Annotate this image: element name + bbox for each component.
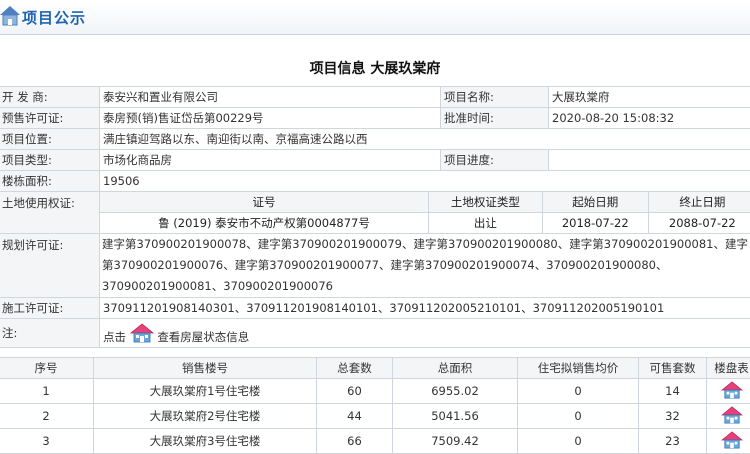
sales-cell-available: 14	[639, 379, 707, 404]
sales-header-no: 序号	[0, 358, 94, 379]
house-icon[interactable]	[720, 381, 744, 399]
construction-value: 370911201908140301、370911201908140101、37…	[100, 298, 750, 319]
sales-cell-available: 32	[639, 404, 707, 429]
home-icon	[0, 4, 20, 26]
sales-cell-no: 1	[0, 379, 94, 404]
info-row-land: 土地使用权证: 证号 土地权证类型 起始日期 终止日期 鲁 (2019) 泰安市…	[0, 192, 750, 234]
land-label: 土地使用权证:	[0, 192, 100, 234]
area-label: 楼栋面积:	[0, 171, 100, 192]
land-data-row: 鲁 (2019) 泰安市不动产权第0004877号 出让 2018-07-22 …	[100, 213, 750, 234]
approval-time-value: 2020-08-20 15:08:32	[549, 108, 750, 129]
project-info-table: 开 发 商: 泰安兴和置业有限公司 项目名称: 大展玖棠府 预售许可证: 泰房预…	[0, 86, 750, 348]
note-click-text: 点击	[103, 330, 126, 344]
sales-header-floor-table: 楼盘表	[707, 358, 750, 379]
project-name-value: 大展玖棠府	[549, 87, 750, 108]
sales-header-available: 可售套数	[639, 358, 707, 379]
project-name-label: 项目名称:	[441, 87, 549, 108]
planning-value: 建字第370900201900078、建字第370900201900079、建字…	[100, 234, 750, 298]
land-header-row: 证号 土地权证类型 起始日期 终止日期	[100, 192, 750, 213]
sales-cell-building: 大展玖棠府1号住宅楼	[94, 379, 317, 404]
type-label: 项目类型:	[0, 150, 100, 171]
progress-label: 项目进度:	[441, 150, 549, 171]
note-label: 注:	[0, 319, 100, 348]
sales-header-total-area: 总面积	[393, 358, 518, 379]
land-cert-value: 鲁 (2019) 泰安市不动产权第0004877号	[100, 213, 429, 234]
developer-value: 泰安兴和置业有限公司	[100, 87, 441, 108]
land-cell: 证号 土地权证类型 起始日期 终止日期 鲁 (2019) 泰安市不动产权第000…	[100, 192, 750, 234]
note-value: 点击 查看房屋状态信息	[100, 319, 750, 348]
sales-cell-total-area: 6955.02	[393, 379, 518, 404]
developer-label: 开 发 商:	[0, 87, 100, 108]
sales-cell-no: 2	[0, 404, 94, 429]
land-header-end: 终止日期	[648, 192, 750, 213]
presale-label: 预售许可证:	[0, 108, 100, 129]
sales-cell-avg-price: 0	[518, 379, 639, 404]
land-start-value: 2018-07-22	[542, 213, 648, 234]
info-row-area: 楼栋面积: 19506	[0, 171, 750, 192]
sales-header-building: 销售楼号	[94, 358, 317, 379]
sales-header-row: 序号 销售楼号 总套数 总面积 住宅拟销售均价 可售套数 楼盘表	[0, 358, 750, 379]
land-type-value: 出让	[429, 213, 543, 234]
sales-header-avg-price: 住宅拟销售均价	[518, 358, 639, 379]
sales-cell-total-units: 60	[317, 379, 393, 404]
sales-table: 序号 销售楼号 总套数 总面积 住宅拟销售均价 可售套数 楼盘表 1 大展玖棠府…	[0, 357, 750, 454]
info-row-construction: 施工许可证: 370911201908140301、37091120190814…	[0, 298, 750, 319]
area-value: 19506	[100, 171, 750, 192]
sales-cell-avg-price: 0	[518, 404, 639, 429]
land-cert-table: 证号 土地权证类型 起始日期 终止日期 鲁 (2019) 泰安市不动产权第000…	[100, 192, 750, 233]
construction-label: 施工许可证:	[0, 298, 100, 319]
info-row-planning: 规划许可证: 建字第370900201900078、建字第37090020190…	[0, 234, 750, 298]
house-icon[interactable]	[720, 406, 744, 424]
sales-row: 1 大展玖棠府1号住宅楼 60 6955.02 0 14	[0, 379, 750, 404]
house-status-icon[interactable]	[130, 322, 154, 344]
land-header-cert: 证号	[100, 192, 429, 213]
progress-value	[549, 150, 750, 171]
land-header-start: 起始日期	[542, 192, 648, 213]
type-value: 市场化商品房	[100, 150, 441, 171]
approval-time-label: 批准时间:	[441, 108, 549, 129]
land-header-type: 土地权证类型	[429, 192, 543, 213]
sales-cell-building: 大展玖棠府2号住宅楼	[94, 404, 317, 429]
sales-cell-floor-table	[707, 379, 750, 404]
info-row-note: 注: 点击 查看房屋状态信息	[0, 319, 750, 348]
info-row-type: 项目类型: 市场化商品房 项目进度:	[0, 150, 750, 171]
sales-cell-total-units: 44	[317, 404, 393, 429]
info-row-developer: 开 发 商: 泰安兴和置业有限公司 项目名称: 大展玖棠府	[0, 87, 750, 108]
house-icon[interactable]	[720, 431, 744, 449]
sales-header-total-units: 总套数	[317, 358, 393, 379]
sales-cell-total-area: 5041.56	[393, 404, 518, 429]
page-title: 项目信息 大展玖棠府	[0, 58, 750, 78]
house-status-link[interactable]: 查看房屋状态信息	[157, 330, 249, 344]
planning-label: 规划许可证:	[0, 234, 100, 298]
info-row-presale: 预售许可证: 泰房预(销)售证岱岳第00229号 批准时间: 2020-08-2…	[0, 108, 750, 129]
location-label: 项目位置:	[0, 129, 100, 150]
location-value: 满庄镇迎驾路以东、南迎街以南、京福高速公路以西	[100, 129, 750, 150]
header-title: 项目公示	[22, 7, 86, 28]
sales-row: 2 大展玖棠府2号住宅楼 44 5041.56 0 32	[0, 404, 750, 429]
header-bar: 项目公示	[0, 0, 750, 35]
info-row-location: 项目位置: 满庄镇迎驾路以东、南迎街以南、京福高速公路以西	[0, 129, 750, 150]
presale-value: 泰房预(销)售证岱岳第00229号	[100, 108, 441, 129]
sales-cell-floor-table	[707, 404, 750, 429]
land-end-value: 2088-07-22	[648, 213, 750, 234]
